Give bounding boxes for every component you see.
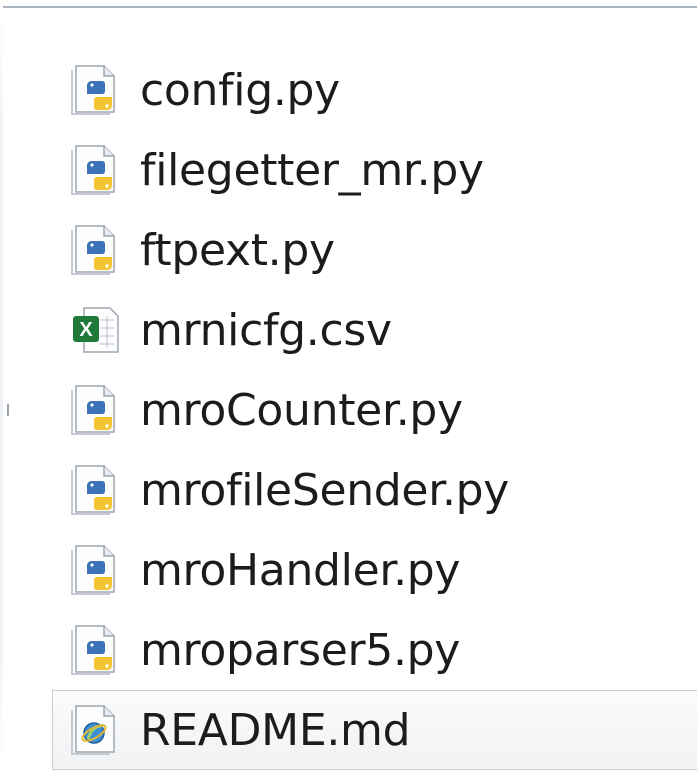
file-name: README.md [140, 704, 411, 756]
file-name: mroHandler.py [140, 544, 461, 596]
file-row[interactable]: mroparser5.py [52, 610, 697, 690]
file-name: mrnicfg.csv [140, 304, 392, 356]
column-header-divider [0, 6, 697, 8]
python-file-icon [65, 384, 127, 436]
file-row[interactable]: README.md [52, 690, 697, 770]
file-name: ftpext.py [140, 224, 335, 276]
python-file-icon [65, 624, 127, 676]
file-list: config.py filegetter_mr.py ftpext.py X m… [52, 50, 697, 770]
file-name: mrofileSender.py [140, 464, 510, 516]
splitter-handle[interactable] [7, 404, 9, 416]
file-name: config.py [140, 64, 340, 116]
file-row[interactable]: filegetter_mr.py [52, 130, 697, 210]
navigation-pane-edge [0, 0, 3, 776]
python-file-icon [65, 224, 127, 276]
python-file-icon [65, 464, 127, 516]
svg-text:X: X [79, 319, 93, 341]
python-file-icon [65, 64, 127, 116]
python-file-icon [65, 544, 127, 596]
excel-csv-file-icon: X [65, 304, 127, 356]
file-row[interactable]: config.py [52, 50, 697, 130]
file-row[interactable]: mroHandler.py [52, 530, 697, 610]
file-row[interactable]: X mrnicfg.csv [52, 290, 697, 370]
file-name: mroparser5.py [140, 624, 461, 676]
file-name: filegetter_mr.py [140, 144, 484, 196]
file-row[interactable]: mroCounter.py [52, 370, 697, 450]
markdown-file-icon [65, 704, 127, 756]
file-row[interactable]: ftpext.py [52, 210, 697, 290]
python-file-icon [65, 144, 127, 196]
file-row[interactable]: mrofileSender.py [52, 450, 697, 530]
file-list-pane: config.py filegetter_mr.py ftpext.py X m… [0, 0, 697, 776]
file-name: mroCounter.py [140, 384, 463, 436]
